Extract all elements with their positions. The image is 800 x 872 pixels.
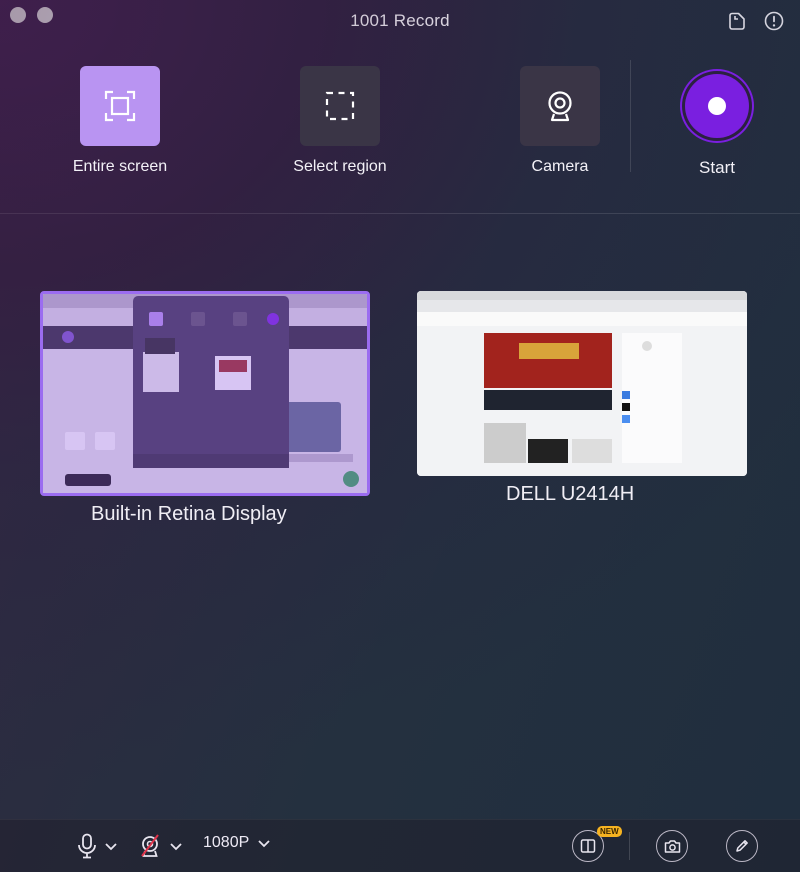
divider [629, 832, 630, 860]
title-bar: 1001 Record [0, 0, 800, 40]
chevron-down-icon[interactable] [104, 841, 118, 851]
mode-label: Camera [531, 158, 589, 175]
selected-overlay [43, 294, 367, 493]
camera-off-icon [141, 834, 159, 857]
divider [630, 60, 631, 172]
record-dot-icon [708, 97, 726, 115]
mode-camera[interactable]: Camera [520, 66, 600, 175]
more-options-icon[interactable] [763, 10, 785, 32]
mode-label: Entire screen [72, 158, 168, 175]
window-title: 1001 Record [350, 11, 450, 30]
display-option-dell[interactable] [417, 291, 747, 476]
folder-icon[interactable] [727, 10, 749, 32]
chevron-down-icon[interactable] [169, 841, 183, 851]
fullscreen-icon [104, 90, 136, 122]
mode-tile[interactable] [300, 66, 380, 146]
chevron-down-icon [258, 840, 270, 848]
webcam-icon [548, 91, 572, 122]
app-window: 1001 Record Entire screen Select region [0, 0, 800, 872]
mode-entire-screen[interactable]: Entire screen [73, 66, 167, 175]
start-label: Start [699, 158, 735, 177]
pencil-icon [736, 840, 748, 852]
divider [0, 213, 800, 214]
display-thumbnail [417, 291, 747, 476]
split-view-icon [580, 839, 596, 853]
camera-icon [664, 839, 680, 853]
display-thumbnail [40, 291, 370, 496]
bottom-toolbar: 1080P NEW [0, 819, 800, 872]
mode-label: Select region [293, 158, 387, 175]
new-badge: NEW [597, 826, 622, 837]
camera-toggle[interactable] [139, 833, 183, 859]
display-name: Built-in Retina Display [91, 503, 287, 525]
mode-select-region[interactable]: Select region [293, 66, 387, 175]
display-option-builtin[interactable] [40, 291, 370, 496]
resolution-dropdown[interactable]: 1080P [203, 834, 271, 852]
screen-preview-image [417, 291, 747, 476]
microphone-toggle[interactable] [76, 833, 118, 859]
annotate-button[interactable] [726, 830, 758, 862]
start-record-button[interactable] [685, 74, 749, 138]
mode-tile[interactable] [80, 66, 160, 146]
microphone-icon [78, 833, 96, 859]
screenshot-button[interactable] [656, 830, 688, 862]
display-name: DELL U2414H [506, 483, 635, 505]
region-icon [325, 91, 355, 121]
mode-tile[interactable] [520, 66, 600, 146]
resolution-value: 1080P [203, 834, 250, 851]
